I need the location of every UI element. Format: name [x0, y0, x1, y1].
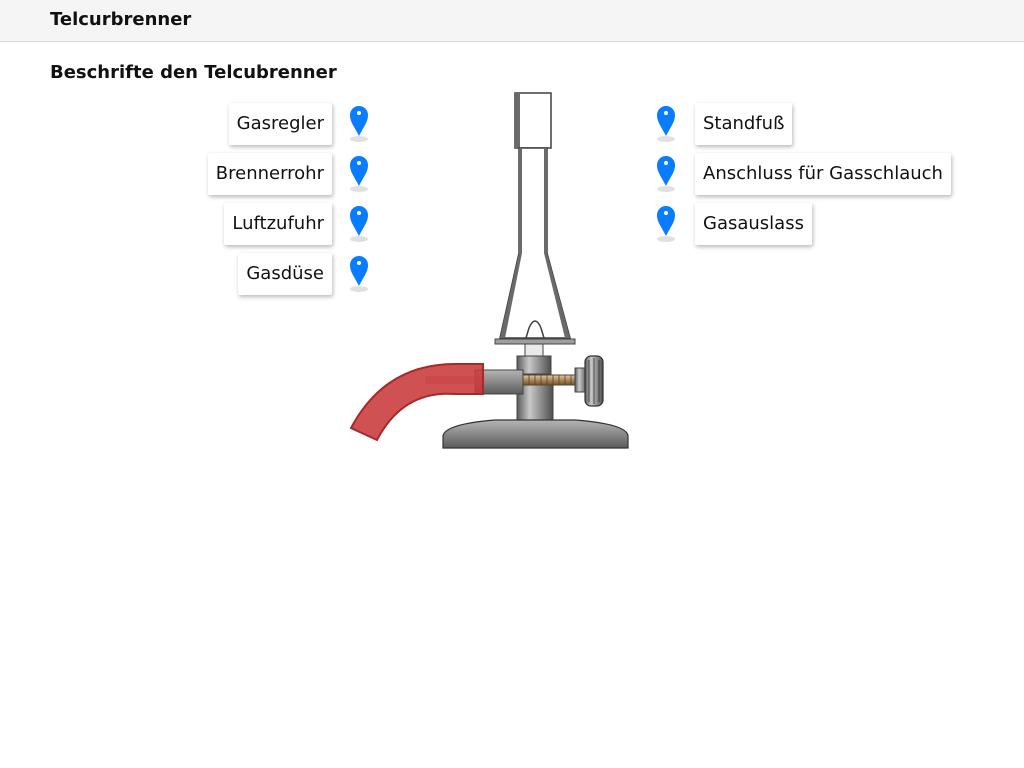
app-title: Telcurbrenner — [50, 9, 192, 30]
label-gasregler[interactable]: Gasregler — [228, 103, 332, 145]
label-gasauslass[interactable]: Gasauslass — [695, 203, 812, 245]
label-gasduese[interactable]: Gasdüse — [238, 253, 332, 295]
label-standfuss[interactable]: Standfuß — [695, 103, 793, 145]
bunsen-burner-illustration — [345, 88, 635, 458]
header-bar: Telcurbrenner — [0, 0, 1024, 42]
label-anschluss-gasschlauch[interactable]: Anschluss für Gasschlauch — [695, 153, 951, 195]
task-title: Beschrifte den Telcubrenner — [50, 62, 337, 83]
map-marker-icon[interactable] — [655, 204, 677, 248]
map-marker-icon[interactable] — [655, 104, 677, 148]
label-luftzufuhr[interactable]: Luftzufuhr — [224, 203, 332, 245]
map-marker-icon[interactable] — [655, 154, 677, 198]
label-brennerrohr[interactable]: Brennerrohr — [207, 153, 332, 195]
